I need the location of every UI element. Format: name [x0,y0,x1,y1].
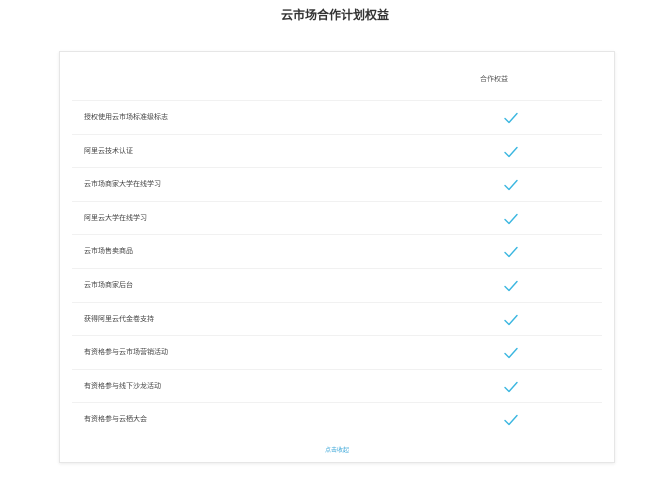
benefit-row: 有资格参与云栖大会 [72,402,602,436]
benefit-row: 云市场售卖商品 [72,234,602,268]
benefit-label: 阿里云大学在线学习 [84,213,147,222]
benefit-row: 授权使用云市场标准级标志 [72,100,602,134]
benefit-label: 云市场商家后台 [84,280,133,289]
checkmark-icon [503,245,519,259]
benefit-row: 有资格参与线下沙龙活动 [72,368,602,403]
benefits-card: 合作权益 授权使用云市场标准级标志 阿里云技术认证云市场商家大学在线学习 阿里云大学… [59,51,615,463]
benefit-row: 阿里云技术认证 [72,133,602,168]
checkmark-icon [503,111,519,125]
checkmark-icon [503,279,519,293]
benefit-row: 云市场商家后台 [72,267,602,302]
checkmark-icon [503,413,519,427]
benefit-label: 阿里云技术认证 [84,146,133,155]
checkmark-icon [503,380,519,394]
column-header-benefits: 合作权益 [480,75,508,83]
benefit-label: 云市场商家大学在线学习 [84,180,161,189]
checkmark-icon [503,212,519,226]
benefits-list: 授权使用云市场标准级标志 阿里云技术认证云市场商家大学在线学习 阿里云大学在线学习云… [72,100,602,436]
benefit-row: 阿里云大学在线学习 [72,200,602,235]
checkmark-icon [503,313,519,327]
checkmark-icon [503,145,519,159]
benefit-label: 有资格参与云栖大会 [84,415,147,424]
collapse-link[interactable]: 点击收起 [60,445,614,454]
page-title: 云市场合作计划权益 [280,8,389,22]
benefit-row: 云市场商家大学在线学习 [72,167,602,201]
benefit-label: 有资格参与线下沙龙活动 [84,381,161,390]
benefit-label: 云市场售卖商品 [84,247,133,256]
checkmark-icon [503,178,519,192]
benefit-row: 获得阿里云代金卷支持 [72,301,602,336]
benefit-row: 有资格参与云市场营销活动 [72,335,602,369]
benefit-label: 授权使用云市场标准级标志 [84,113,168,121]
benefit-label: 有资格参与云市场营销活动 [84,348,168,357]
benefit-label: 获得阿里云代金卷支持 [84,314,154,323]
checkmark-icon [503,346,519,360]
